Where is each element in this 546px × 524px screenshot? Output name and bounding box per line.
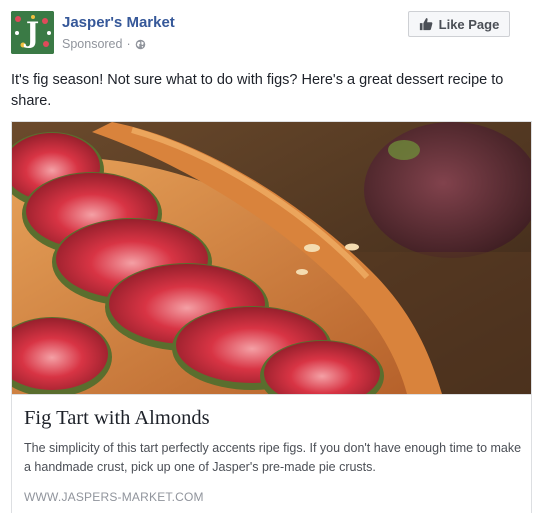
globe-icon[interactable] <box>135 39 146 50</box>
page-name-link[interactable]: Jasper's Market <box>62 14 175 31</box>
post-message: It's fig season! Not sure what to do wit… <box>11 72 504 109</box>
post-meta: Sponsored · <box>62 37 146 51</box>
photo-illustration <box>12 122 531 394</box>
like-page-button[interactable]: Like Page <box>408 11 510 37</box>
link-preview[interactable]: Fig Tart with Almonds The simplicity of … <box>12 394 531 513</box>
page-avatar[interactable]: J <box>11 11 54 54</box>
link-attachment[interactable]: Fig Tart with Almonds The simplicity of … <box>11 121 532 513</box>
thumbs-up-icon <box>419 18 433 31</box>
sponsored-post: J Jasper's Market Sponsored · Like Page … <box>0 0 546 524</box>
link-domain[interactable]: WWW.JASPERS-MARKET.COM <box>24 490 204 504</box>
like-page-label: Like Page <box>438 16 500 32</box>
sponsored-label[interactable]: Sponsored <box>62 37 122 51</box>
link-title[interactable]: Fig Tart with Almonds <box>24 407 210 430</box>
avatar-monogram: J <box>25 16 40 49</box>
link-description: The simplicity of this tart perfectly ac… <box>24 441 522 474</box>
meta-separator: · <box>126 37 131 51</box>
fig-tart-photo[interactable] <box>12 122 531 394</box>
